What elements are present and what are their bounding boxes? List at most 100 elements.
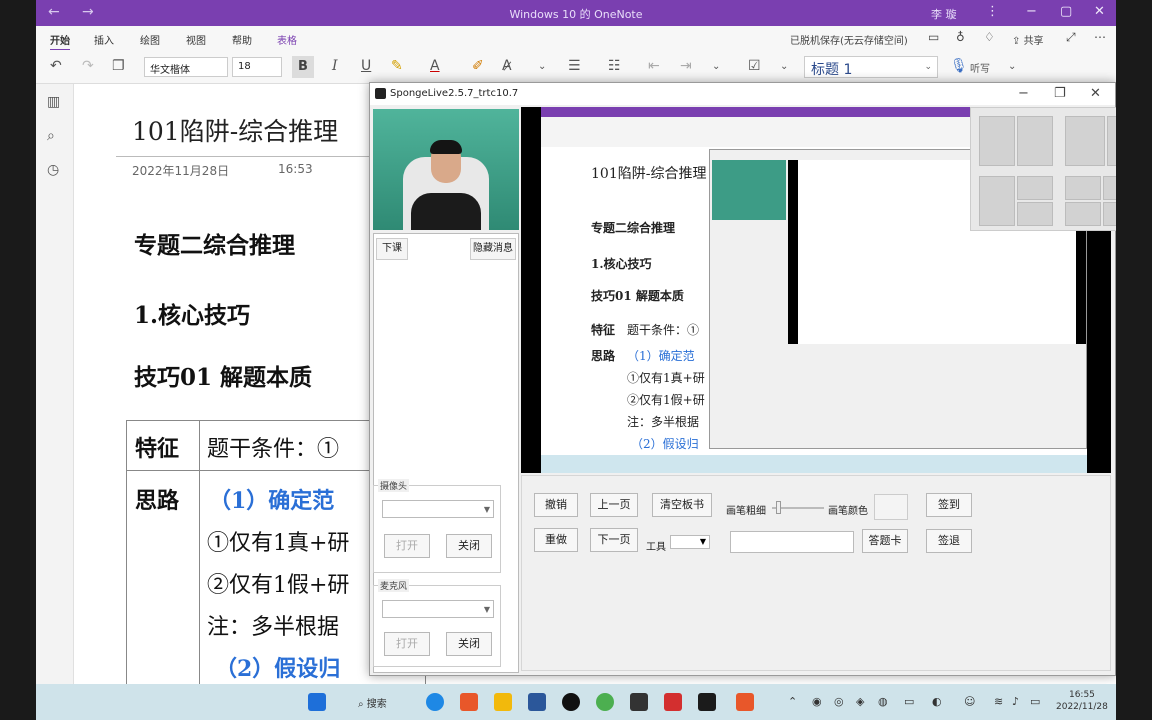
tab-help[interactable]: 帮助 bbox=[232, 32, 252, 47]
layout-option[interactable] bbox=[1065, 116, 1105, 166]
table-line[interactable]: ①仅有1真+研 bbox=[207, 525, 349, 557]
layout-option[interactable] bbox=[1017, 116, 1053, 166]
pen-width-slider[interactable] bbox=[772, 501, 824, 514]
prev-page-button[interactable]: 上一页 bbox=[590, 493, 638, 517]
font-color-icon[interactable]: A bbox=[430, 58, 440, 74]
highlight-icon[interactable]: ✎ bbox=[391, 58, 403, 74]
notebook-icon[interactable]: ▭ bbox=[928, 30, 939, 44]
undo-icon[interactable]: ↶ bbox=[50, 58, 62, 74]
tray-arrow-icon[interactable]: ⌃ bbox=[788, 695, 797, 708]
chevron-down-icon[interactable]: ⌄ bbox=[538, 61, 546, 72]
spongelive-icon[interactable] bbox=[698, 693, 716, 711]
table-line[interactable]: ②仅有1假+研 bbox=[207, 567, 349, 599]
terminal-icon[interactable] bbox=[630, 693, 648, 711]
notebooks-icon[interactable]: ▥ bbox=[47, 94, 60, 110]
app-icon[interactable] bbox=[736, 693, 754, 711]
taskbar-search[interactable]: ⌕ 搜索 bbox=[358, 695, 387, 710]
indent-icon[interactable]: ⇥ bbox=[680, 58, 692, 74]
tool-select[interactable]: ▼ bbox=[670, 535, 710, 549]
message-input[interactable] bbox=[730, 531, 854, 553]
camera-select[interactable]: ▼ bbox=[382, 500, 494, 518]
more-icon[interactable]: ⋮ bbox=[986, 4, 999, 19]
clipboard-icon[interactable]: ❐ bbox=[112, 58, 125, 74]
tray-icon[interactable]: ◐ bbox=[932, 695, 942, 708]
clear-board-button[interactable]: 清空板书 bbox=[652, 493, 712, 517]
layout-option[interactable] bbox=[1017, 202, 1053, 226]
bell-icon[interactable]: ♢ bbox=[984, 30, 995, 44]
tab-view[interactable]: 视图 bbox=[186, 32, 206, 47]
wps-icon[interactable] bbox=[664, 693, 682, 711]
tray-icon[interactable]: ☺ bbox=[964, 695, 975, 708]
chrome-icon[interactable] bbox=[596, 693, 614, 711]
user-name[interactable]: 李 璇 bbox=[931, 6, 957, 22]
italic-button[interactable]: I bbox=[332, 58, 338, 74]
chevron-down-icon[interactable]: ⌄ bbox=[780, 61, 788, 72]
hide-messages-button[interactable]: 隐藏消息 bbox=[470, 238, 516, 260]
clear-format-icon[interactable]: A̷ bbox=[502, 58, 512, 74]
layout-option[interactable] bbox=[1107, 116, 1116, 166]
camera-open-button[interactable]: 打开 bbox=[384, 534, 430, 558]
redo-button[interactable]: 重做 bbox=[534, 528, 578, 552]
mic-close-button[interactable]: 关闭 bbox=[446, 632, 492, 656]
chevron-down-icon[interactable]: ⌄ bbox=[712, 61, 720, 72]
recent-icon[interactable]: ◷ bbox=[47, 162, 59, 178]
tab-home[interactable]: 开始 bbox=[50, 32, 70, 51]
tab-table[interactable]: 表格 bbox=[277, 32, 297, 47]
wifi-icon[interactable]: ≋ bbox=[994, 695, 1003, 708]
slider-handle[interactable] bbox=[776, 501, 781, 514]
start-icon[interactable] bbox=[308, 693, 326, 711]
numbering-icon[interactable]: ☷ bbox=[608, 58, 621, 74]
tray-icon[interactable]: ◉ bbox=[812, 695, 822, 708]
minimize-icon[interactable]: − bbox=[1018, 86, 1029, 101]
font-name-field[interactable]: 华文楷体 bbox=[144, 57, 228, 77]
table-cell[interactable]: 思路 bbox=[135, 483, 179, 515]
next-page-button[interactable]: 下一页 bbox=[590, 528, 638, 552]
sign-out-button[interactable]: 签退 bbox=[926, 529, 972, 553]
microphone-icon[interactable]: 🎙 bbox=[950, 58, 968, 74]
font-size-field[interactable]: 18 bbox=[232, 57, 282, 77]
expand-icon[interactable]: ⤢ bbox=[1066, 30, 1076, 45]
end-class-button[interactable]: 下课 bbox=[376, 238, 408, 260]
heading-core-skills[interactable]: 1.核心技巧 bbox=[134, 296, 250, 330]
tray-icon[interactable]: ◎ bbox=[834, 695, 844, 708]
sign-in-button[interactable]: 签到 bbox=[926, 493, 972, 517]
outdent-icon[interactable]: ⇤ bbox=[648, 58, 660, 74]
mic-select[interactable]: ▼ bbox=[382, 600, 494, 618]
tray-icon[interactable]: ◍ bbox=[878, 695, 888, 708]
tray-icon[interactable]: ◈ bbox=[856, 695, 864, 708]
tab-insert[interactable]: 插入 bbox=[94, 32, 114, 47]
share-button[interactable]: ⇪ 共享 bbox=[1012, 32, 1044, 47]
layout-option[interactable] bbox=[979, 116, 1015, 166]
layout-option[interactable] bbox=[1017, 176, 1053, 200]
undo-button[interactable]: 撤销 bbox=[534, 493, 578, 517]
table-cell[interactable]: 特征 bbox=[135, 431, 179, 463]
taskbar-clock[interactable]: 16:55 2022/11/28 bbox=[1056, 689, 1108, 713]
file-explorer-icon[interactable] bbox=[494, 693, 512, 711]
restore-icon[interactable]: ❐ bbox=[1054, 86, 1066, 101]
battery-icon[interactable]: ▭ bbox=[1030, 695, 1040, 708]
edge-icon[interactable] bbox=[426, 693, 444, 711]
layout-option[interactable] bbox=[1065, 176, 1101, 200]
layout-option[interactable] bbox=[1065, 202, 1101, 226]
chevron-down-icon[interactable]: ⌄ bbox=[1008, 61, 1016, 72]
word-icon[interactable] bbox=[528, 693, 546, 711]
table-cell[interactable]: 题干条件：① bbox=[207, 431, 339, 463]
style-select[interactable]: 标题 1 ⌄ bbox=[804, 56, 938, 78]
record-icon[interactable] bbox=[562, 693, 580, 711]
dictate-label[interactable]: 听写 bbox=[970, 60, 990, 75]
underline-button[interactable]: U bbox=[361, 58, 371, 74]
table-line[interactable]: （1）确定范 bbox=[209, 483, 334, 515]
pen-color-swatch[interactable] bbox=[874, 494, 908, 520]
checkbox-tag-icon[interactable]: ☑ bbox=[748, 58, 761, 74]
layout-option[interactable] bbox=[1103, 202, 1116, 226]
redo-icon[interactable]: ↷ bbox=[82, 58, 94, 74]
heading-skill-01[interactable]: 技巧01 解题本质 bbox=[134, 358, 312, 392]
heading-topic[interactable]: 专题二综合推理 bbox=[134, 226, 295, 260]
camera-close-button[interactable]: 关闭 bbox=[446, 534, 492, 558]
table-line[interactable]: （2）假设归 bbox=[215, 651, 340, 683]
maximize-icon[interactable]: ▢ bbox=[1060, 4, 1072, 19]
lightbulb-icon[interactable]: ♁ bbox=[956, 30, 965, 44]
table-line[interactable]: 注：多半根据 bbox=[207, 609, 339, 641]
app-icon[interactable] bbox=[460, 693, 478, 711]
volume-icon[interactable]: ♪ bbox=[1012, 695, 1019, 708]
